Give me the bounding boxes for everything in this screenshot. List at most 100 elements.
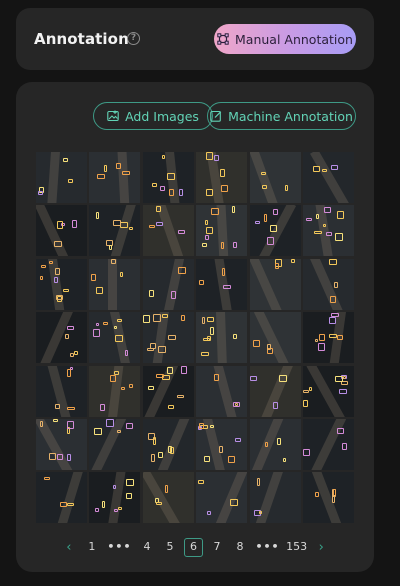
image-thumbnail[interactable] <box>196 205 248 257</box>
annotation-box <box>284 185 288 191</box>
annotation-box <box>166 366 173 374</box>
annotation-box <box>110 374 117 382</box>
annotation-box <box>334 233 343 242</box>
chevron-left-icon[interactable]: ‹ <box>66 540 71 555</box>
annotation-box <box>206 189 214 196</box>
annotation-box <box>126 422 134 429</box>
annotation-box <box>206 152 214 160</box>
annotation-box <box>312 166 320 172</box>
annotation-box <box>318 334 325 342</box>
image-thumbnail[interactable] <box>89 258 141 310</box>
annotation-box <box>276 437 281 445</box>
annotation-box <box>114 370 120 375</box>
pagination-ellipsis[interactable]: ••• <box>107 538 131 556</box>
image-thumbnail[interactable] <box>142 472 194 524</box>
image-thumbnail[interactable] <box>302 152 354 203</box>
pagination-page-button[interactable]: 4 <box>138 538 156 556</box>
annotation-box <box>256 478 260 487</box>
annotation-box <box>232 206 236 214</box>
image-thumbnail[interactable] <box>302 472 354 524</box>
annotation-box <box>266 237 274 246</box>
annotation-box <box>155 502 162 506</box>
annotation-box <box>94 427 103 435</box>
image-thumbnail[interactable] <box>302 258 354 310</box>
image-thumbnail[interactable] <box>36 365 87 417</box>
image-thumbnail[interactable] <box>36 418 87 470</box>
annotation-box <box>125 350 129 357</box>
annotation-box <box>67 453 71 461</box>
add-images-label: Add Images <box>125 108 199 124</box>
annotation-box <box>331 495 335 504</box>
image-thumbnail[interactable] <box>89 472 141 524</box>
image-thumbnail[interactable] <box>196 418 248 470</box>
annotation-box <box>314 339 318 343</box>
image-thumbnail[interactable] <box>249 152 301 203</box>
image-thumbnail[interactable] <box>36 152 87 203</box>
annotation-box <box>106 418 115 427</box>
image-thumbnail[interactable] <box>89 365 141 417</box>
question-circle-icon[interactable]: ? <box>127 32 140 45</box>
image-thumbnail[interactable] <box>142 365 194 417</box>
annotation-box <box>214 373 220 381</box>
annotation-box <box>155 373 164 378</box>
image-thumbnail[interactable] <box>142 418 194 470</box>
image-thumbnail[interactable] <box>196 312 248 364</box>
image-thumbnail[interactable] <box>249 205 301 257</box>
image-thumbnail[interactable] <box>249 472 301 524</box>
image-thumbnail[interactable] <box>196 152 248 203</box>
annotation-box <box>180 365 187 374</box>
annotation-box <box>308 386 312 391</box>
annotation-box <box>178 189 183 196</box>
manual-annotation-label: Manual Annotation <box>235 31 353 47</box>
image-thumbnail[interactable] <box>36 205 87 257</box>
annotation-box <box>49 260 53 264</box>
pagination-page-button[interactable]: 153 <box>286 538 307 556</box>
image-thumbnail[interactable] <box>89 152 141 203</box>
image-thumbnail[interactable] <box>249 312 301 364</box>
image-thumbnail[interactable] <box>302 205 354 257</box>
annotation-box <box>159 186 165 191</box>
machine-annotation-button[interactable]: Machine Annotation <box>207 102 356 130</box>
annotation-box <box>314 492 319 498</box>
image-thumbnail[interactable] <box>89 312 141 364</box>
image-thumbnail[interactable] <box>142 152 194 203</box>
pagination-ellipsis[interactable]: ••• <box>256 538 280 556</box>
pagination-current-page[interactable]: 6 <box>184 537 203 557</box>
annotation-box <box>49 452 56 460</box>
image-thumbnail[interactable] <box>249 365 301 417</box>
annotation-box <box>317 343 325 352</box>
image-thumbnail[interactable] <box>36 472 87 524</box>
image-thumbnail[interactable] <box>302 418 354 470</box>
image-thumbnail[interactable] <box>36 258 87 310</box>
annotation-box <box>202 243 208 248</box>
annotation-box <box>290 258 295 263</box>
pagination-page-button[interactable]: 1 <box>83 538 101 556</box>
annotation-box <box>122 171 131 175</box>
add-images-button[interactable]: Add Images <box>93 102 213 130</box>
annotation-box <box>129 383 134 388</box>
annotation-box <box>205 220 209 226</box>
manual-annotation-button[interactable]: Manual Annotation <box>214 24 356 54</box>
image-thumbnail[interactable] <box>249 258 301 310</box>
image-thumbnail[interactable] <box>249 418 301 470</box>
image-thumbnail[interactable] <box>302 312 354 364</box>
image-thumbnail[interactable] <box>89 205 141 257</box>
image-thumbnail[interactable] <box>142 312 194 364</box>
image-thumbnail[interactable] <box>196 365 248 417</box>
image-thumbnail[interactable] <box>302 365 354 417</box>
pagination-page-button[interactable]: 8 <box>231 538 249 556</box>
image-thumbnail[interactable] <box>196 258 248 310</box>
annotation-box <box>321 169 327 172</box>
image-thumbnail[interactable] <box>89 418 141 470</box>
annotation-box <box>148 289 154 297</box>
image-thumbnail[interactable] <box>142 258 194 310</box>
pagination-page-button[interactable]: 7 <box>208 538 226 556</box>
image-thumbnail[interactable] <box>142 205 194 257</box>
annotation-box <box>328 317 336 325</box>
pagination-page-button[interactable]: 5 <box>161 538 179 556</box>
annotation-box <box>55 267 60 275</box>
image-thumbnail[interactable] <box>36 312 87 364</box>
chevron-right-icon[interactable]: › <box>319 540 324 555</box>
image-thumbnail[interactable] <box>196 472 248 524</box>
annotation-box <box>269 225 277 233</box>
